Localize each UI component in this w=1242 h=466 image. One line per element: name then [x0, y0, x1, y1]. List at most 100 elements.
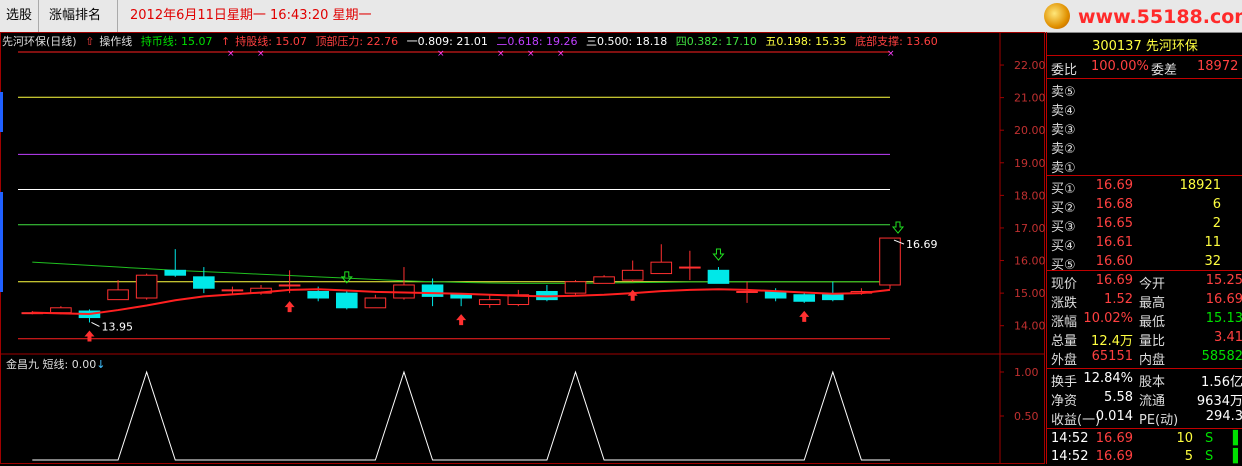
- candle-body: [364, 297, 387, 309]
- top-toolbar: 选股 涨幅排名 2012年6月11日星期一 16:43:20 星期一 www.5…: [0, 0, 1242, 33]
- buy-level-volume: 18921: [1179, 178, 1221, 193]
- tab-stock-select[interactable]: 选股: [0, 0, 40, 32]
- fund-value-2: 294.3: [1205, 409, 1242, 424]
- stat-value: 16.69: [1095, 273, 1133, 288]
- buy-level-price: 16.69: [1095, 178, 1133, 193]
- tab-gain-rank[interactable]: 涨幅排名: [43, 0, 118, 32]
- stat-label-2: 今开: [1139, 277, 1166, 292]
- stat-value: 12.4万: [1091, 334, 1133, 349]
- candle-body: [221, 289, 244, 292]
- fund-value: 5.58: [1104, 390, 1133, 405]
- fund-label: 换手: [1051, 375, 1078, 390]
- candle-body: [278, 284, 301, 287]
- stat-label-2: 最高: [1139, 296, 1166, 311]
- y-tick-label: 22.00: [1014, 59, 1045, 72]
- y-tick-label: 17.00: [1014, 222, 1045, 235]
- candle-body: [879, 237, 901, 286]
- fund-label-2: 流通: [1139, 394, 1166, 409]
- buy-level-price: 16.60: [1095, 254, 1133, 269]
- down-arrow-icon: ↓: [96, 358, 106, 371]
- candle-body: [679, 266, 701, 269]
- sell-level-row: 卖③: [1047, 119, 1242, 138]
- candle-body: [50, 307, 72, 314]
- left-edge-strip: [0, 92, 3, 132]
- candle-body: [335, 292, 358, 309]
- fund-label-2: PE(动): [1139, 413, 1179, 428]
- tick-time: 14:52: [1051, 449, 1089, 464]
- candle-body: [307, 290, 329, 299]
- sell-arrow-icon: [340, 271, 353, 284]
- tick-price: 16.69: [1095, 449, 1133, 464]
- buy-level-volume: 6: [1212, 197, 1221, 212]
- site-logo: www.55188.com: [1040, 2, 1242, 30]
- stat-label: 涨跌: [1051, 296, 1078, 311]
- candle-body: [707, 269, 730, 284]
- y-tick-label: 16.00: [1014, 255, 1045, 268]
- kline-chart[interactable]: 22.00 21.00 20.00 19.00 18.00 17.00 16.00 15.00…: [0, 32, 1045, 464]
- buy-arrow-icon: [627, 289, 638, 301]
- candle-body: [135, 274, 158, 299]
- stat-label: 涨幅: [1051, 315, 1078, 330]
- fund-value: 12.84%: [1083, 371, 1133, 386]
- stat-value-2: 16.69: [1205, 292, 1242, 307]
- y-tick-label: 15.00: [1014, 287, 1045, 300]
- stat-value: 10.02%: [1083, 311, 1133, 326]
- buy-arrow-icon: [84, 330, 95, 342]
- stat-row: 现价 16.69 今开 15.25: [1047, 273, 1242, 292]
- tick-row: 14:52 16.69 5 S ▌: [1047, 449, 1242, 466]
- weibi-row: 委比 100.00% 委差 18972: [1051, 59, 1239, 78]
- tick-row: 14:52 16.69 10 S ▌: [1047, 431, 1242, 448]
- sub-indicator-name: 金昌九: [6, 358, 39, 371]
- buy-level-row: 买④ 16.61 11: [1047, 235, 1242, 254]
- datetime-display: 2012年6月11日星期一 16:43:20 星期一: [130, 8, 372, 23]
- left-edge-strip: [0, 192, 3, 292]
- tick-bar-icon: ▌: [1233, 431, 1242, 446]
- annotation-label: 16.69: [906, 238, 938, 251]
- top-marker-icon: ×: [557, 49, 565, 59]
- sell-level-label: 卖②: [1051, 142, 1076, 157]
- fund-row: 净资 5.58 流通 9634万: [1047, 390, 1242, 409]
- top-marker-icon: ×: [497, 49, 505, 59]
- top-marker-icon: ×: [887, 49, 895, 59]
- candle-body: [564, 281, 587, 294]
- buy-level-price: 16.65: [1095, 216, 1133, 231]
- stock-code: 300137: [1092, 39, 1142, 54]
- buy-level-row: 买② 16.68 6: [1047, 197, 1242, 216]
- annotation-pointer: [91, 322, 100, 327]
- buy-level-label: 买①: [1051, 182, 1076, 197]
- stat-label-2: 最低: [1139, 315, 1166, 330]
- trend-line: [32, 261, 890, 284]
- candle-body: [736, 290, 758, 293]
- fund-label: 净资: [1051, 394, 1078, 409]
- tick-side: S: [1205, 431, 1214, 446]
- sell-level-label: 卖③: [1051, 123, 1076, 138]
- tick-time: 14:52: [1051, 431, 1089, 446]
- y-tick-label: 21.00: [1014, 92, 1045, 105]
- stat-value-2: 15.25: [1205, 273, 1242, 288]
- buy-level-volume: 2: [1212, 216, 1221, 231]
- candle-body: [164, 269, 187, 276]
- stat-row: 外盘 65151 内盘 58582: [1047, 349, 1242, 368]
- sell-level-label: 卖④: [1051, 104, 1076, 119]
- candle-body: [193, 276, 215, 289]
- fund-row: 换手 12.84% 股本 1.56亿: [1047, 371, 1242, 390]
- stat-row: 总量 12.4万 量比 3.41: [1047, 330, 1242, 349]
- y-tick-label: 18.00: [1014, 189, 1045, 202]
- candle-body: [450, 294, 472, 299]
- fund-label: 收益(一): [1051, 413, 1101, 428]
- stat-value-2: 58582: [1201, 349, 1242, 364]
- logo-ball-icon: [1044, 3, 1070, 29]
- buy-level-label: 买③: [1051, 220, 1076, 235]
- tick-price: 16.69: [1095, 431, 1133, 446]
- fund-value: 0.014: [1095, 409, 1133, 424]
- buy-level-label: 买④: [1051, 239, 1076, 254]
- stat-row: 涨跌 1.52 最高 16.69: [1047, 292, 1242, 311]
- sell-level-row: 卖⑤: [1047, 81, 1242, 100]
- sell-arrow-icon: [712, 248, 725, 261]
- buy-level-volume: 11: [1204, 235, 1221, 250]
- y-tick-label: 20.00: [1014, 124, 1045, 137]
- sub-indicator-legend: 金昌九 短线: 0.00↓: [6, 356, 105, 372]
- stock-name: 先河环保: [1145, 39, 1198, 54]
- stat-label: 总量: [1051, 334, 1078, 349]
- stock-title: 300137 先河环保: [1047, 35, 1242, 54]
